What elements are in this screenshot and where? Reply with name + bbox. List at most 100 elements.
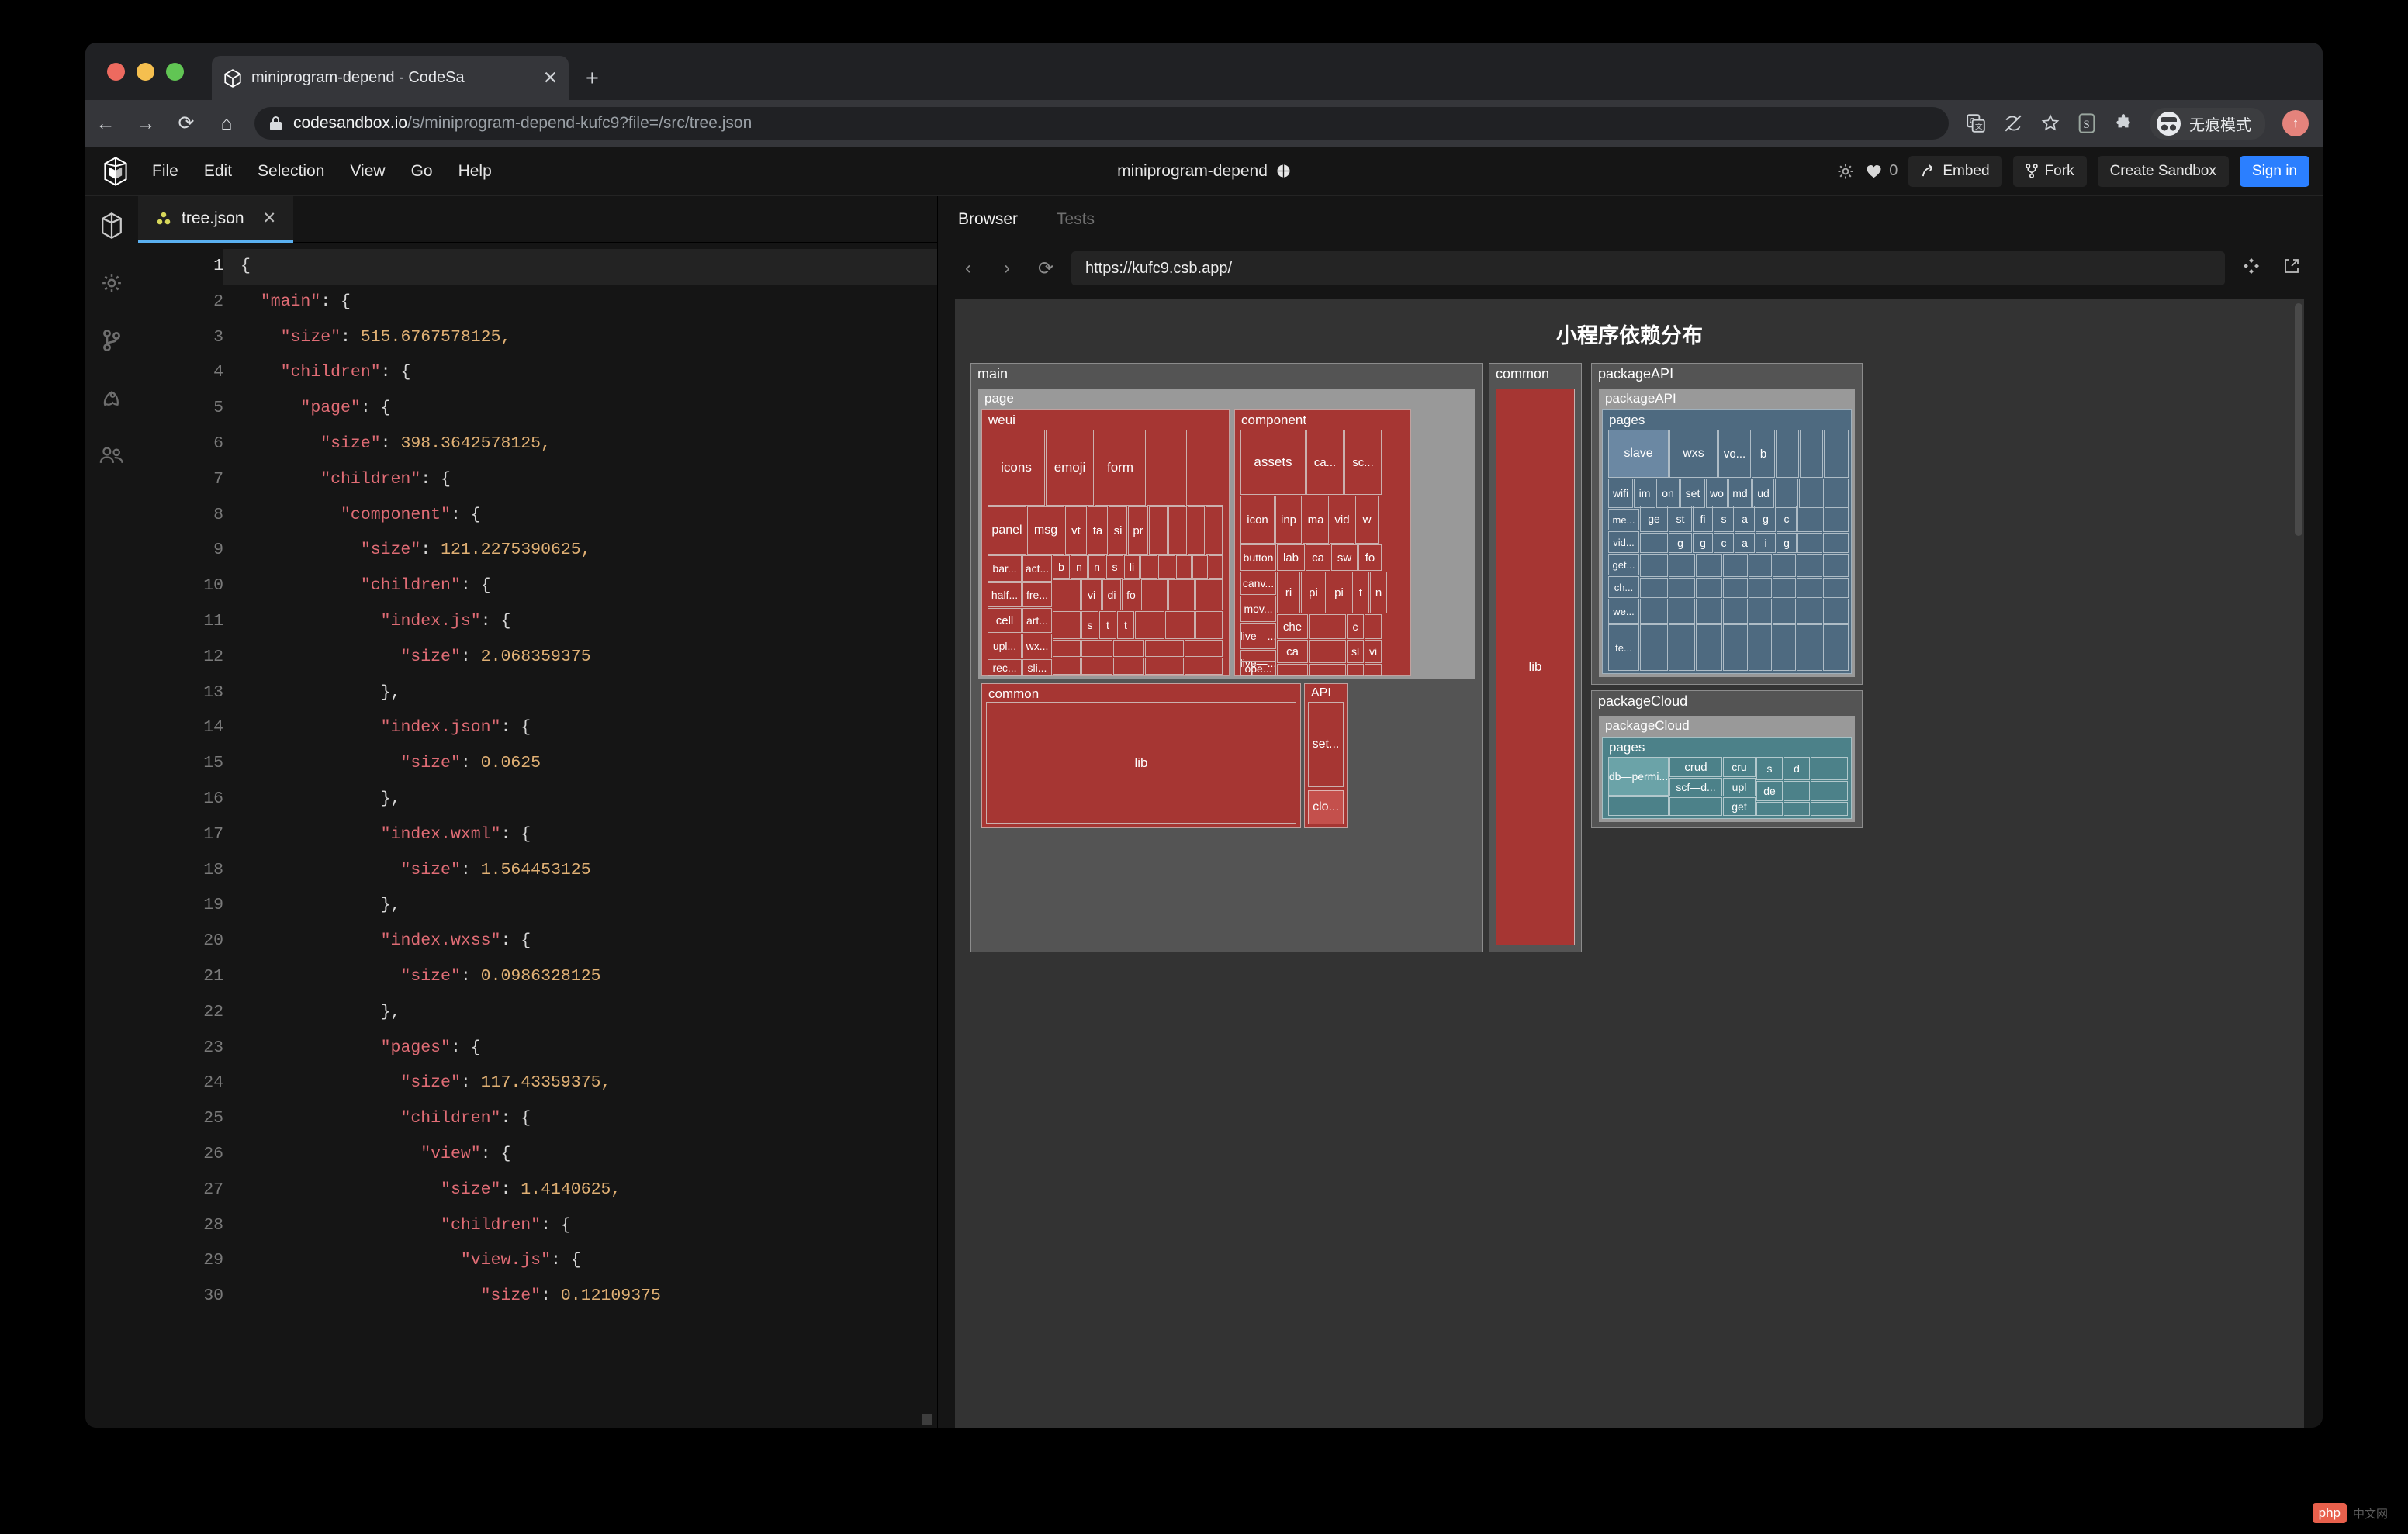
treemap-leaf[interactable] (1756, 802, 1783, 816)
treemap-leaf[interactable] (1309, 614, 1346, 639)
treemap-leaf[interactable]: canv... (1240, 572, 1276, 595)
treemap-leaf[interactable]: on (1656, 479, 1680, 508)
embed-button[interactable]: Embed (1908, 155, 2002, 187)
treemap-leaf[interactable]: pi (1327, 572, 1351, 613)
treemap-leaf[interactable] (1141, 579, 1168, 610)
treemap-leaf[interactable] (1797, 533, 1822, 553)
treemap-leaf[interactable] (1309, 664, 1346, 676)
puzzle-extensions-icon[interactable] (2113, 113, 2133, 133)
preview-vertical-scrollbar[interactable] (2295, 299, 2302, 1428)
editor-tab-tree-json[interactable]: tree.json ✕ (138, 196, 294, 243)
treemap-leaf[interactable]: fo (1122, 579, 1140, 610)
treemap-leaf[interactable]: s (1756, 757, 1783, 780)
menu-item-go[interactable]: Go (411, 162, 433, 181)
treemap-leaf[interactable]: di (1102, 579, 1121, 610)
treemap-leaf[interactable]: emoji (1046, 430, 1094, 506)
treemap-leaf[interactable]: vid... (1608, 531, 1639, 553)
treemap-leaf[interactable] (1365, 614, 1382, 639)
treemap-leaf[interactable] (1081, 658, 1112, 675)
treemap-leaf[interactable]: fo (1358, 544, 1382, 571)
treemap-leaf[interactable]: im (1634, 479, 1656, 508)
close-icon[interactable]: ✕ (263, 209, 277, 228)
treemap-leaf[interactable]: panel (988, 506, 1026, 555)
incognito-indicator[interactable]: 无痕模式 (2150, 107, 2265, 140)
open-in-new-window-icon[interactable] (2278, 257, 2306, 279)
sign-in-button[interactable]: Sign in (2239, 155, 2309, 187)
treemap-leaf[interactable] (1723, 624, 1748, 671)
treemap-leaf[interactable]: t (1117, 611, 1134, 639)
close-icon[interactable]: ✕ (543, 69, 558, 87)
treemap-leaf[interactable]: vo... (1718, 430, 1751, 478)
treemap-leaf[interactable]: c (1714, 533, 1734, 553)
treemap-leaf[interactable] (1145, 658, 1184, 675)
treemap-leaf[interactable]: fi (1693, 506, 1713, 532)
new-tab-button[interactable]: + (586, 67, 599, 90)
settings-icon[interactable] (98, 269, 126, 297)
treemap-leaf[interactable]: si (1109, 506, 1127, 555)
treemap-leaf[interactable]: msg (1027, 506, 1064, 555)
treemap-leaf[interactable]: vid (1330, 496, 1354, 544)
treemap-leaf[interactable]: upl (1723, 778, 1756, 796)
treemap-leaf[interactable]: b (1053, 555, 1070, 579)
treemap-leaf[interactable]: pr (1128, 506, 1148, 555)
treemap-leaf[interactable]: n (1071, 555, 1088, 579)
home-icon[interactable]: ⌂ (206, 112, 247, 135)
treemap-leaf[interactable] (1749, 624, 1772, 671)
bookmark-star-icon[interactable] (2040, 113, 2060, 133)
treemap-leaf[interactable]: inp (1275, 496, 1302, 544)
treemap-leaf[interactable] (1309, 640, 1346, 663)
treemap-leaf[interactable]: live—... (1240, 623, 1276, 649)
treemap-leaf[interactable] (1053, 611, 1081, 639)
files-icon[interactable] (98, 212, 126, 240)
treemap-leaf[interactable]: button (1240, 544, 1276, 571)
treemap-leaf[interactable] (1775, 479, 1798, 508)
treemap-leaf[interactable]: sw (1331, 544, 1358, 571)
treemap-leaf[interactable]: ta (1088, 506, 1108, 555)
window-traffic-lights[interactable] (107, 63, 184, 81)
treemap-leaf[interactable]: b (1752, 430, 1775, 478)
treemap-leaf[interactable] (1669, 624, 1695, 671)
git-branch-icon[interactable] (98, 326, 126, 354)
code-editor[interactable]: 1 2 3 4 5 6 7 8 9 10 11 12 13 14 15 16 17 18 19 20 21 22 23 24 2… (138, 243, 937, 1428)
treemap-leaf[interactable] (1347, 664, 1364, 676)
treemap-leaf[interactable] (1776, 430, 1799, 478)
treemap-leaf[interactable]: t (1099, 611, 1116, 639)
treemap-leaf[interactable]: lib (986, 702, 1296, 824)
treemap-leaf[interactable] (1188, 506, 1205, 555)
treemap-leaf[interactable]: ge (1640, 506, 1668, 532)
treemap-leaf[interactable] (1773, 554, 1796, 577)
treemap-leaf[interactable]: a (1735, 506, 1755, 532)
treemap-leaf[interactable] (1723, 599, 1748, 624)
treemap-leaf[interactable]: ma (1303, 496, 1329, 544)
treemap-leaf[interactable] (1797, 624, 1822, 671)
treemap-leaf[interactable]: g (1777, 533, 1797, 553)
likes-counter[interactable]: 0 (1866, 162, 1898, 180)
treemap-leaf[interactable]: s (1081, 611, 1098, 639)
treemap-leaf[interactable] (1823, 554, 1849, 577)
treemap-leaf[interactable]: ch... (1608, 576, 1639, 598)
browser-tab[interactable]: miniprogram-depend - CodeSa ✕ (212, 56, 569, 100)
treemap-leaf[interactable] (1640, 554, 1668, 577)
treemap-leaf[interactable] (1773, 578, 1796, 598)
treemap-leaf[interactable]: wo (1706, 479, 1728, 508)
treemap-leaf[interactable]: t (1352, 572, 1369, 613)
treemap-leaf[interactable] (1749, 599, 1772, 624)
treemap-leaf[interactable] (1669, 599, 1695, 624)
menu-item-selection[interactable]: Selection (258, 162, 324, 181)
treemap-leaf[interactable] (1696, 599, 1722, 624)
treemap-leaf[interactable] (1784, 802, 1810, 816)
treemap-leaf[interactable]: n (1370, 572, 1387, 613)
treemap-leaf[interactable] (1773, 624, 1796, 671)
sync-disabled-icon[interactable] (2003, 113, 2023, 133)
treemap-leaf[interactable]: w (1355, 496, 1379, 544)
treemap-leaf[interactable]: s (1714, 506, 1734, 532)
treemap-leaf[interactable] (1053, 658, 1081, 675)
treemap-leaf[interactable]: scf—d... (1669, 778, 1722, 796)
treemap-leaf[interactable] (1799, 479, 1824, 508)
treemap-leaf[interactable] (1669, 578, 1695, 598)
treemap-leaf[interactable] (1640, 624, 1668, 671)
treemap-leaf[interactable]: mov... (1240, 596, 1276, 622)
treemap-leaf[interactable]: st (1669, 506, 1692, 532)
treemap-leaf[interactable]: bar... (988, 555, 1022, 582)
treemap-leaf[interactable]: li (1124, 555, 1140, 579)
